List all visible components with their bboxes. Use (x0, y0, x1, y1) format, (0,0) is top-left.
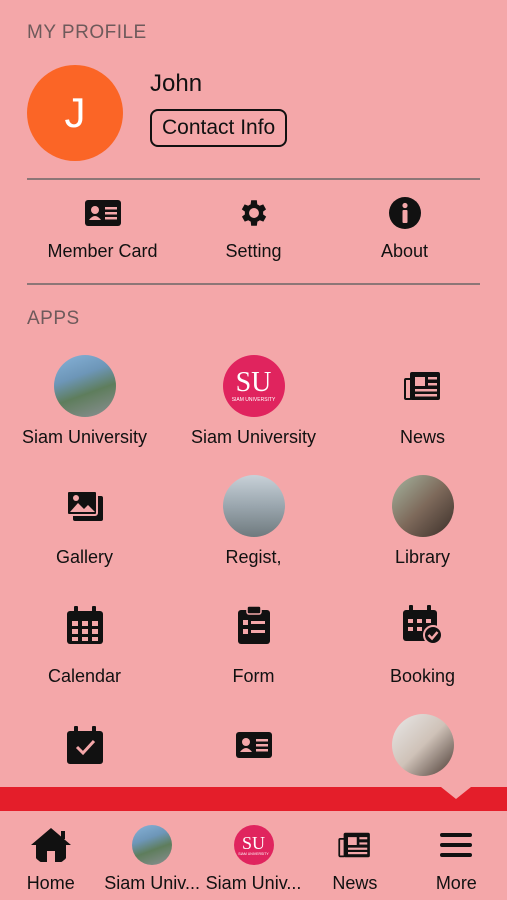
app-label: Siam University (190, 427, 317, 447)
setting-label: Setting (225, 241, 282, 261)
newspaper-icon (335, 825, 375, 865)
app-news[interactable]: News (338, 355, 507, 475)
app-label: Library (394, 546, 451, 567)
app-calendar-check[interactable] (0, 714, 169, 788)
member-card-button[interactable]: Member Card (27, 195, 178, 275)
calendar-icon (54, 594, 116, 656)
app-form[interactable]: Form (169, 594, 338, 714)
profile-section-title: MY PROFILE (27, 22, 147, 43)
app-label: News (399, 427, 445, 447)
about-button[interactable]: About (329, 195, 480, 275)
app-label: Booking (389, 666, 456, 686)
calendar-check-icon (54, 714, 116, 776)
campus-photo-icon (53, 355, 116, 417)
su-logo-icon: SU SIAM UNIVERSITY (222, 355, 285, 417)
id-card-icon (223, 714, 285, 776)
nav-news[interactable]: News (304, 811, 405, 900)
gallery-icon (54, 475, 116, 537)
su-logo-text: SU (235, 367, 272, 398)
nav-label: More (435, 873, 477, 893)
avatar[interactable]: J (27, 65, 123, 161)
form-icon (223, 594, 285, 656)
person-photo-icon (391, 474, 454, 537)
app-siam-university-campus[interactable]: Siam University (0, 355, 169, 475)
app-label: Gallery (55, 546, 113, 567)
home-icon (30, 825, 71, 865)
accent-bar (0, 787, 507, 811)
nav-label: News (332, 873, 378, 893)
divider (27, 178, 480, 180)
nav-home[interactable]: Home (0, 811, 101, 900)
apps-grid: Siam University SU SIAM UNIVERSITY Siam … (0, 355, 507, 787)
su-logo-subtext: SIAM UNIVERSITY (238, 852, 269, 856)
user-name: John (150, 70, 203, 97)
quick-actions: Member Card Setting About (27, 195, 480, 275)
su-logo-icon: SU SIAM UNIVERSITY (233, 825, 274, 865)
gear-icon (236, 195, 272, 231)
avatar-initial: J (64, 89, 86, 136)
nav-label: Siam Univ... (205, 873, 302, 893)
app-gallery[interactable]: Gallery (0, 475, 169, 595)
member-card-label: Member Card (47, 241, 158, 261)
nav-label: Siam Univ... (104, 873, 200, 893)
app-calendar[interactable]: Calendar (0, 594, 169, 714)
app-label: Siam University (21, 427, 148, 447)
id-card-icon (84, 195, 121, 231)
bottom-nav: Home Siam Univ... SU SIAM UNIVERSITY Sia… (0, 811, 507, 900)
booking-icon (392, 594, 454, 656)
app-person[interactable] (338, 713, 507, 788)
building-photo-icon (222, 474, 285, 537)
about-label: About (380, 241, 429, 261)
apps-section-title: APPS (27, 308, 80, 329)
nav-siam-univ-campus[interactable]: Siam Univ... (101, 811, 202, 900)
contact-info-button[interactable]: Contact Info (150, 109, 288, 147)
su-logo-subtext: SIAM UNIVERSITY (231, 397, 276, 403)
app-label: Regist, (225, 546, 282, 567)
app-label: Calendar (47, 666, 122, 686)
info-icon (387, 195, 423, 231)
campus-photo-icon (132, 825, 173, 865)
app-booking[interactable]: Booking (338, 594, 507, 714)
app-member-card[interactable] (169, 714, 338, 788)
nav-label: Home (26, 873, 75, 893)
menu-icon (436, 825, 476, 865)
divider (27, 283, 480, 285)
app-label: Form (232, 666, 275, 686)
su-logo-text: SU (242, 833, 266, 853)
app-siam-university-logo[interactable]: SU SIAM UNIVERSITY Siam University (169, 355, 338, 475)
nav-siam-univ-logo[interactable]: SU SIAM UNIVERSITY Siam Univ... (203, 811, 304, 900)
setting-button[interactable]: Setting (178, 195, 329, 275)
newspaper-icon (392, 355, 454, 417)
active-indicator-notch (441, 787, 471, 799)
app-regist[interactable]: Regist, (169, 474, 338, 595)
app-library[interactable]: Library (338, 474, 507, 595)
person-photo-icon (391, 713, 454, 776)
nav-more[interactable]: More (406, 811, 507, 900)
